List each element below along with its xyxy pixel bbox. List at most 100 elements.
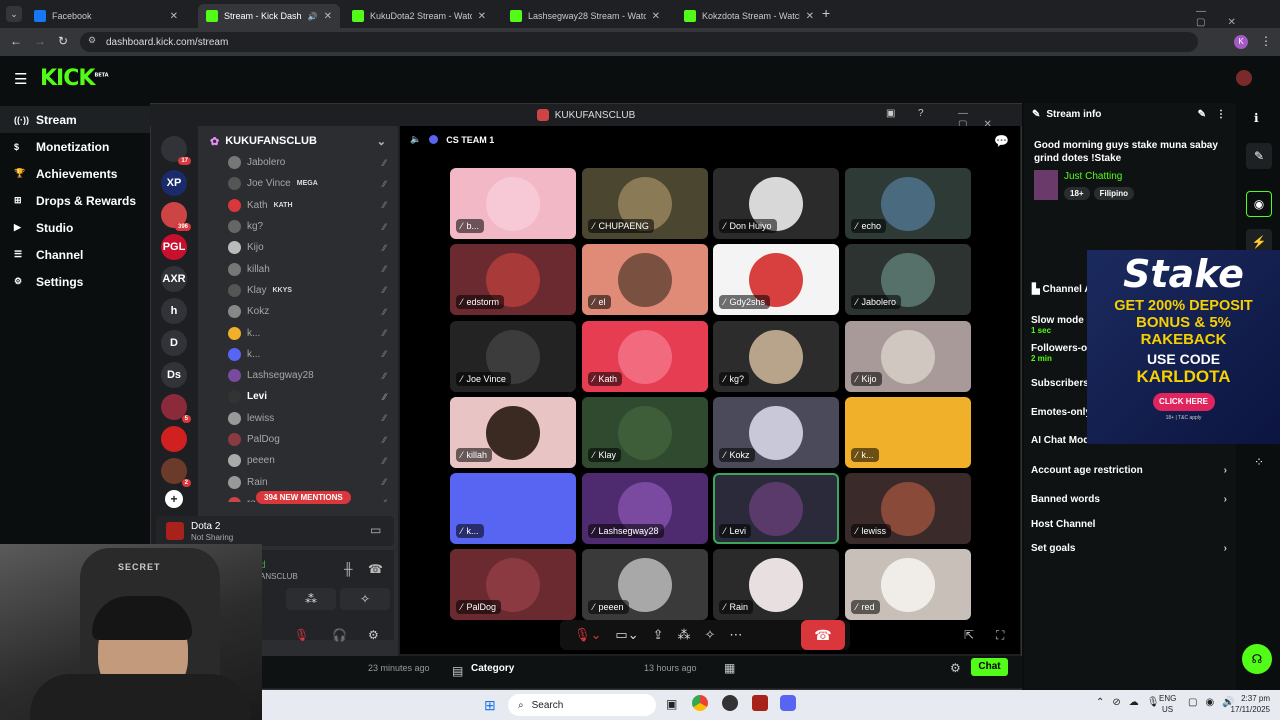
video-tile[interactable]: ⁄ Levi [713,473,839,544]
popout-icon[interactable]: ⇱ [964,628,974,642]
forward-icon[interactable]: → [34,34,46,48]
member-item[interactable]: Joe Vince MEGA ⁄⁄ [198,173,398,194]
profile-avatar[interactable]: K [1234,35,1248,49]
video-tile[interactable]: ⁄ edstorm [450,244,576,315]
headset-icon[interactable]: 🎧 [332,628,347,642]
video-tile[interactable]: ⁄ Klay [582,397,708,468]
close-tab-icon[interactable]: ✕ [324,11,332,22]
activity-icon[interactable]: ⁂ [678,627,691,643]
browser-tab[interactable]: Stream - Kick Dashboard 🔊 ✕ [198,4,340,28]
share-screen-icon[interactable]: ⇪ [653,627,664,643]
browser-tab[interactable]: Kokzdota Stream - Watch Live ✕ [676,4,822,28]
taskbar-search[interactable]: ⌕ Search [508,694,656,716]
video-tile[interactable]: ⁄ Jabolero [845,244,971,315]
video-tile[interactable]: ⁄ peeen [582,549,708,620]
nav-item-achievements[interactable]: 🏆 Achievements [0,160,150,187]
kick-logo[interactable]: KICKBETA [40,66,109,91]
close-tab-icon[interactable]: ✕ [806,11,814,22]
tray-icons[interactable]: ⌃⊘☁🎙 [1096,697,1167,708]
help-icon[interactable]: ? [918,108,924,119]
member-item[interactable]: peeen ⁄⁄ [198,450,398,471]
camera-tool-icon[interactable]: ◉ [1246,191,1272,217]
task-view-icon[interactable]: ▣ [666,697,677,711]
chevron-down-icon[interactable]: ⌄ [377,135,386,148]
stake-ad[interactable]: Stake GET 200% DEPOSIT BONUS & 5% RAKEBA… [1087,250,1280,444]
close-tab-icon[interactable]: ✕ [478,11,486,22]
camera-icon[interactable]: ▭⌄ [615,627,638,643]
dota-taskbar-icon[interactable] [752,695,768,711]
kebab-icon[interactable]: ⋮ [1216,109,1226,120]
site-info-icon[interactable]: ⚙ [88,35,96,46]
chevron-right-icon[interactable]: › [1224,465,1227,476]
user-settings-icon[interactable]: ⚙ [368,628,379,642]
channel-setting[interactable]: Set goals › [1031,543,1227,554]
member-item[interactable]: PalDog ⁄⁄ [198,429,398,450]
video-tile[interactable]: ⁄ b... [450,168,576,239]
discord-taskbar-icon[interactable] [780,695,796,711]
member-item[interactable]: k... ⁄⁄ [198,322,398,343]
add-server-icon[interactable]: + [165,490,183,508]
screen-share-icon[interactable]: ▭ [370,523,381,537]
speaker-icon[interactable]: 🔊 [308,12,318,21]
video-tile[interactable]: ⁄ Kijo [845,321,971,392]
video-tile[interactable]: ⁄ red [845,549,971,620]
member-item[interactable]: killah ⁄⁄ [198,258,398,279]
server-icon-7[interactable]: Ds [161,362,187,388]
window-controls[interactable]: —▢✕ [1196,6,1280,28]
nav-item-stream[interactable]: ((·)) Stream [0,106,150,133]
support-icon[interactable]: ☊ [1242,644,1272,674]
chat-bubble-icon[interactable]: 💬 [994,134,1009,148]
new-mentions-pill[interactable]: 394 NEW MENTIONS [256,491,351,504]
user-avatar[interactable] [1236,70,1252,86]
info-icon[interactable]: ℹ [1254,111,1259,125]
member-item[interactable]: Klay KKYS ⁄⁄ [198,280,398,301]
channel-setting[interactable]: Account age restriction › [1031,465,1227,476]
menu-dots-icon[interactable]: ⋮ [1260,34,1272,48]
video-tile[interactable]: ⁄ Lashsegway28 [582,473,708,544]
nav-item-studio[interactable]: ▶ Studio [0,214,150,241]
activities-button[interactable]: ⁂ [286,588,336,610]
server-icon-9[interactable] [161,426,187,452]
chevron-right-icon[interactable]: › [1224,543,1227,554]
member-item[interactable]: Jabolero ⁄⁄ [198,152,398,173]
category-link[interactable]: Just Chatting [1064,171,1122,182]
fullscreen-icon[interactable]: ⛶ [996,628,1004,643]
nav-item-monetization[interactable]: $ Monetization [0,133,150,160]
more-options-icon[interactable]: ⋯ [729,627,742,643]
video-tile[interactable]: ⁄ Joe Vince [450,321,576,392]
new-tab-button[interactable]: + [822,5,830,21]
server-icon-0[interactable]: 17 [161,136,191,165]
video-tile[interactable]: ⁄ Gdy2shs [713,244,839,315]
server-icon-5[interactable]: h [161,298,187,324]
nav-item-drops[interactable]: ⊞ Drops & Rewards [0,187,150,214]
member-item[interactable]: Lashsegway28 ⁄⁄ [198,365,398,386]
video-tile[interactable]: ⁄ lewiss [845,473,971,544]
video-tile[interactable]: ⁄ killah [450,397,576,468]
server-icon-2[interactable]: 396 [161,202,191,231]
member-item[interactable]: Levi ⁄⁄ [198,386,398,407]
hamburger-icon[interactable]: ☰ [14,70,27,88]
soundboard-icon[interactable]: ✧ [705,627,716,643]
soundboard-button[interactable]: ✧ [340,588,390,610]
server-icon-10[interactable]: 2 [161,458,191,487]
mic-muted-icon[interactable]: 🎙⌄ [574,627,601,643]
server-icon-6[interactable]: D [161,330,187,356]
chat-button[interactable]: Chat [971,658,1008,676]
video-tile[interactable]: ⁄ k... [845,397,971,468]
video-tile[interactable]: ⁄ kg? [713,321,839,392]
disconnect-icon[interactable]: ☎ [368,562,383,576]
end-call-button[interactable]: ☎ [801,620,845,650]
browser-tab[interactable]: Facebook ✕ [26,4,186,28]
member-item[interactable]: Rain ⁄⁄ [198,471,398,492]
chat-settings-icon[interactable]: ⚙ [950,661,961,675]
close-tab-icon[interactable]: ✕ [170,11,178,22]
video-tile[interactable]: ⁄ CHUPAENG [582,168,708,239]
server-icon-1[interactable]: XP [161,170,187,196]
video-tile[interactable]: ⁄ Kokz [713,397,839,468]
ad-click-button[interactable]: CLICK HERE [1152,393,1215,411]
back-icon[interactable]: ← [10,34,22,48]
video-tile[interactable]: ⁄ k... [450,473,576,544]
video-tile[interactable]: ⁄ Kath [582,321,708,392]
member-item[interactable]: Kokz ⁄⁄ [198,301,398,322]
edit-tool-icon[interactable]: ✎ [1246,143,1272,169]
